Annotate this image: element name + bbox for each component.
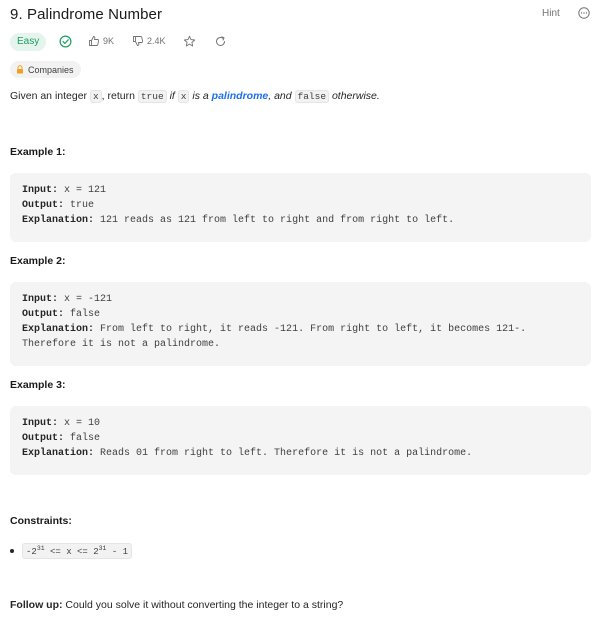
star-icon[interactable] [183, 35, 196, 48]
like-count: 9K [103, 36, 115, 46]
example-2-box: Input: x = -121 Output: false Explanatio… [10, 282, 591, 366]
inline-code-x: x [89, 90, 102, 103]
difficulty-badge: Easy [10, 33, 47, 51]
inline-code-true: true [137, 90, 167, 103]
follow-up-text: Could you solve it without converting th… [62, 599, 344, 611]
example-input-value: x = 10 [64, 418, 101, 429]
example-3-box: Input: x = 10 Output: false Explanation:… [10, 406, 591, 475]
input-label: Input: [22, 185, 59, 196]
example-explanation-value: Reads 01 from right to left. Therefore i… [100, 448, 473, 459]
constraint-item: -231 <= x <= 231 - 1 [10, 543, 133, 559]
constraint-part: -2 [26, 547, 37, 557]
desc-text: is a [189, 90, 212, 102]
example-input-value: x = -121 [64, 294, 113, 305]
dislike-count: 2.4K [147, 36, 166, 46]
page-title: 9. Palindrome Number [10, 6, 163, 23]
inline-code-x: x [177, 90, 190, 103]
thumbs-up-icon [89, 36, 100, 46]
example-explanation-value: 121 reads as 121 from left to right and … [100, 215, 455, 226]
desc-text: if [166, 90, 178, 102]
more-options-icon[interactable] [578, 7, 590, 19]
desc-text: , and [268, 90, 295, 102]
constraints-title: Constraints: [10, 515, 72, 527]
example-explanation-line-2: Therefore it is not a palindrome. [22, 339, 221, 350]
example-explanation-line: Explanation: Reads 01 from right to left… [22, 446, 579, 461]
explanation-label: Explanation: [22, 215, 95, 226]
companies-tag[interactable]: Companies [10, 61, 81, 78]
constraint-part: <= x <= 2 [44, 547, 99, 557]
example-input-line: Input: x = -121 [22, 292, 579, 307]
lock-icon [17, 65, 23, 74]
explanation-label: Explanation: [22, 324, 95, 335]
example-input-value: x = 121 [64, 185, 107, 196]
thumbs-down-icon [133, 36, 144, 46]
example-explanation-line: Explanation: From left to right, it read… [22, 322, 579, 337]
example-output-value: false [70, 433, 101, 444]
example-3-title: Example 3: [10, 379, 66, 391]
output-label: Output: [22, 200, 65, 211]
desc-text: Given an integer [10, 90, 90, 102]
share-icon[interactable] [214, 35, 227, 48]
example-output-line: Output: false [22, 431, 579, 446]
problem-description: Given an integer x, return true if x is … [10, 90, 380, 103]
example-output-value: false [70, 309, 101, 320]
output-label: Output: [22, 433, 65, 444]
desc-text: otherwise. [329, 90, 380, 102]
example-input-line: Input: x = 121 [22, 183, 579, 198]
example-output-value: true [70, 200, 95, 211]
input-label: Input: [22, 418, 59, 429]
example-output-line: Output: true [22, 198, 579, 213]
example-input-line: Input: x = 10 [22, 416, 579, 431]
example-2-title: Example 2: [10, 255, 66, 267]
example-explanation-value: From left to right, it reads -121. From … [100, 324, 527, 335]
problem-meta-row: Easy 9K 2.4K [10, 33, 225, 51]
desc-text: , return [101, 90, 138, 102]
bullet [10, 549, 14, 553]
example-output-line: Output: false [22, 307, 579, 322]
palindrome-link[interactable]: palindrome [212, 90, 269, 102]
input-label: Input: [22, 294, 59, 305]
explanation-label: Explanation: [22, 448, 95, 459]
inline-code-false: false [294, 90, 330, 103]
constraint-exponent: 31 [36, 545, 45, 552]
dislike-button[interactable]: 2.4K [132, 35, 166, 47]
constraint-code: -231 <= x <= 231 - 1 [22, 543, 133, 559]
example-explanation-line: Explanation: 121 reads as 121 from left … [22, 213, 579, 228]
example-1-box: Input: x = 121 Output: true Explanation:… [10, 173, 591, 242]
solved-check-icon [59, 35, 72, 48]
output-label: Output: [22, 309, 65, 320]
constraint-part: - 1 [106, 547, 129, 557]
follow-up-label: Follow up: [10, 599, 63, 611]
follow-up: Follow up: Could you solve it without co… [10, 599, 343, 611]
hint-button[interactable]: Hint [542, 8, 560, 19]
example-1-title: Example 1: [10, 146, 66, 158]
companies-label: Companies [28, 64, 74, 75]
like-button[interactable]: 9K [88, 35, 114, 47]
